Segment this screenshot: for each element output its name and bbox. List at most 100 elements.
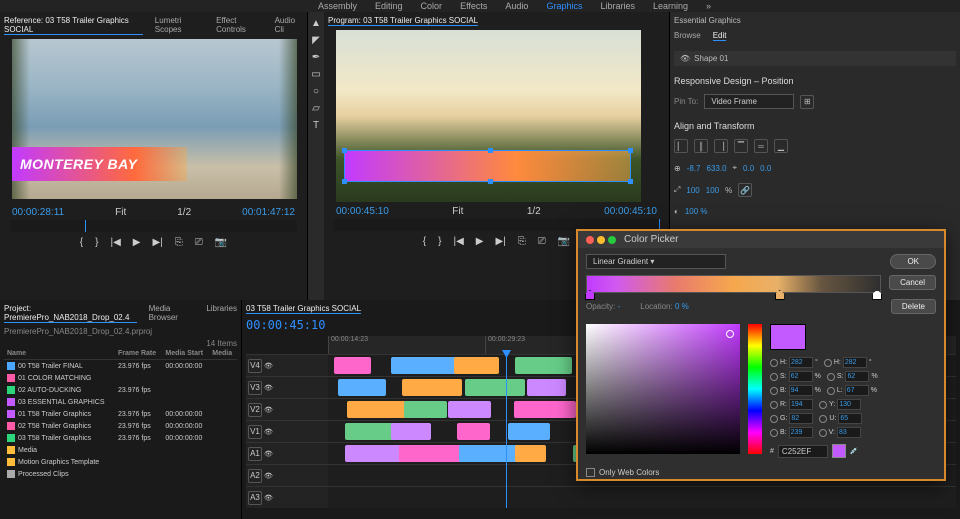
stop-location[interactable]: 0 % bbox=[675, 302, 689, 311]
r-input[interactable] bbox=[789, 399, 813, 410]
eye-icon[interactable]: 👁 bbox=[264, 472, 273, 480]
selected-shape[interactable] bbox=[344, 150, 631, 182]
col-name[interactable]: Name bbox=[4, 348, 115, 360]
pen-tool-icon[interactable]: ✒ bbox=[312, 52, 320, 63]
clip[interactable] bbox=[402, 379, 463, 396]
delete-stop-button[interactable]: Delete bbox=[891, 299, 936, 314]
ellipse-tool-icon[interactable]: ○ bbox=[313, 86, 319, 97]
track-toggle[interactable]: V1 bbox=[248, 425, 262, 439]
tab-graphics[interactable]: Graphics bbox=[546, 1, 582, 11]
mark-out-icon[interactable]: } bbox=[435, 235, 444, 248]
source-monitor[interactable]: MONTEREY BAY bbox=[12, 39, 297, 199]
type-tool-icon[interactable]: T bbox=[313, 120, 319, 131]
project-row[interactable]: Processed Clips bbox=[4, 468, 237, 480]
tab-effects[interactable]: Effects bbox=[460, 1, 487, 11]
radio-b[interactable] bbox=[770, 387, 778, 395]
radio-y[interactable] bbox=[819, 401, 827, 409]
media-browser-tab[interactable]: Media Browser bbox=[149, 304, 195, 323]
align-left-icon[interactable]: ▏ bbox=[674, 139, 688, 153]
mark-out-icon[interactable]: } bbox=[92, 236, 101, 249]
export-frame-icon[interactable]: 📷 bbox=[212, 236, 230, 249]
selection-tool-icon[interactable]: ▲ bbox=[311, 18, 321, 29]
eye-icon[interactable]: 👁 bbox=[680, 54, 690, 63]
b-input[interactable] bbox=[789, 385, 813, 396]
align-center-h-icon[interactable]: ║ bbox=[694, 139, 708, 153]
radio-hb[interactable] bbox=[824, 359, 832, 367]
scale-h[interactable]: 100 bbox=[706, 186, 719, 195]
clip[interactable] bbox=[334, 357, 370, 374]
eyedropper-tool-icon[interactable]: 💉 bbox=[850, 447, 859, 455]
clip[interactable] bbox=[527, 379, 566, 396]
overwrite-icon[interactable]: ⎚ bbox=[192, 236, 206, 249]
gradient-bar[interactable] bbox=[586, 275, 881, 293]
clip[interactable] bbox=[515, 445, 545, 462]
step-fwd-icon[interactable]: ▶| bbox=[492, 235, 508, 248]
rectangle-tool-icon[interactable]: ▭ bbox=[311, 69, 320, 80]
clip[interactable] bbox=[404, 401, 447, 418]
source-tab-lumetri[interactable]: Lumetri Scopes bbox=[155, 16, 204, 35]
step-back-icon[interactable]: |◀ bbox=[107, 236, 123, 249]
hex-input[interactable] bbox=[778, 445, 828, 458]
source-zoom[interactable]: Fit bbox=[115, 207, 126, 218]
radio-sb[interactable] bbox=[827, 373, 835, 381]
eg-tab-edit[interactable]: Edit bbox=[713, 31, 727, 41]
zoom-icon[interactable] bbox=[608, 236, 616, 244]
gradient-stop[interactable] bbox=[872, 290, 882, 300]
clip[interactable] bbox=[338, 379, 386, 396]
dialog-titlebar[interactable]: Color Picker bbox=[578, 231, 944, 248]
gradient-stop[interactable] bbox=[585, 290, 595, 300]
clip[interactable] bbox=[448, 401, 490, 418]
program-monitor[interactable] bbox=[336, 30, 641, 202]
playhead[interactable] bbox=[506, 354, 507, 508]
step-back-icon[interactable]: |◀ bbox=[450, 235, 466, 248]
eye-icon[interactable]: 👁 bbox=[264, 494, 273, 502]
source-tab-audio[interactable]: Audio Cli bbox=[275, 16, 303, 35]
radio-u[interactable] bbox=[819, 415, 827, 423]
extract-icon[interactable]: ⎚ bbox=[535, 235, 549, 248]
eyedropper-icon[interactable] bbox=[832, 444, 846, 458]
link-scale-icon[interactable]: 🔗 bbox=[738, 183, 752, 197]
eg-tab-browse[interactable]: Browse bbox=[674, 31, 701, 41]
hue-slider[interactable] bbox=[748, 324, 762, 454]
source-tab-reference[interactable]: Reference: 03 T58 Trailer Graphics SOCIA… bbox=[4, 16, 143, 35]
clip[interactable] bbox=[391, 357, 458, 374]
clip[interactable] bbox=[514, 401, 576, 418]
align-bottom-icon[interactable]: ▁ bbox=[774, 139, 788, 153]
eye-icon[interactable]: 👁 bbox=[264, 450, 273, 458]
h-input[interactable] bbox=[789, 357, 813, 368]
opacity-value[interactable]: 100 % bbox=[685, 207, 708, 216]
timeline-tc[interactable]: 00:00:45:10 bbox=[246, 318, 325, 332]
clip[interactable] bbox=[454, 357, 499, 374]
g-input[interactable] bbox=[789, 413, 813, 424]
color-cursor[interactable] bbox=[726, 330, 734, 338]
track-toggle[interactable]: V4 bbox=[248, 359, 262, 373]
s-input[interactable] bbox=[789, 371, 813, 382]
cancel-button[interactable]: Cancel bbox=[889, 275, 936, 290]
col-mediastart[interactable]: Media Start bbox=[162, 348, 209, 360]
crop-tool-icon[interactable]: ▱ bbox=[312, 103, 320, 114]
track-toggle[interactable]: A2 bbox=[248, 469, 262, 483]
layer-shape[interactable]: 👁 Shape 01 bbox=[674, 51, 956, 66]
track-header[interactable]: A3👁 bbox=[246, 487, 328, 508]
col-framerate[interactable]: Frame Rate bbox=[115, 348, 162, 360]
anchor-x[interactable]: 0.0 bbox=[743, 164, 754, 173]
program-zoom[interactable]: Fit bbox=[452, 206, 463, 217]
align-right-icon[interactable]: ▕ bbox=[714, 139, 728, 153]
stop-opacity[interactable]: - bbox=[618, 302, 621, 311]
track-header[interactable]: A1👁 bbox=[246, 443, 328, 464]
pin-to-dropdown[interactable]: Video Frame bbox=[704, 94, 794, 109]
track-toggle[interactable]: A3 bbox=[248, 491, 262, 505]
saturation-field[interactable] bbox=[586, 324, 740, 454]
track-toggle[interactable]: A1 bbox=[248, 447, 262, 461]
direct-select-icon[interactable]: ◤ bbox=[312, 35, 320, 46]
track-header[interactable]: A2👁 bbox=[246, 465, 328, 486]
h2-input[interactable] bbox=[843, 357, 867, 368]
insert-icon[interactable]: ⎘ bbox=[172, 236, 186, 249]
radio-s[interactable] bbox=[770, 373, 778, 381]
minimize-icon[interactable] bbox=[597, 236, 605, 244]
scale-w[interactable]: 100 bbox=[686, 186, 699, 195]
mark-in-icon[interactable]: { bbox=[420, 235, 429, 248]
project-row[interactable]: Media bbox=[4, 444, 237, 456]
pos-x[interactable]: -8.7 bbox=[687, 164, 701, 173]
project-row[interactable]: 02 T58 Trailer Graphics23.976 fps00:00:0… bbox=[4, 420, 237, 432]
